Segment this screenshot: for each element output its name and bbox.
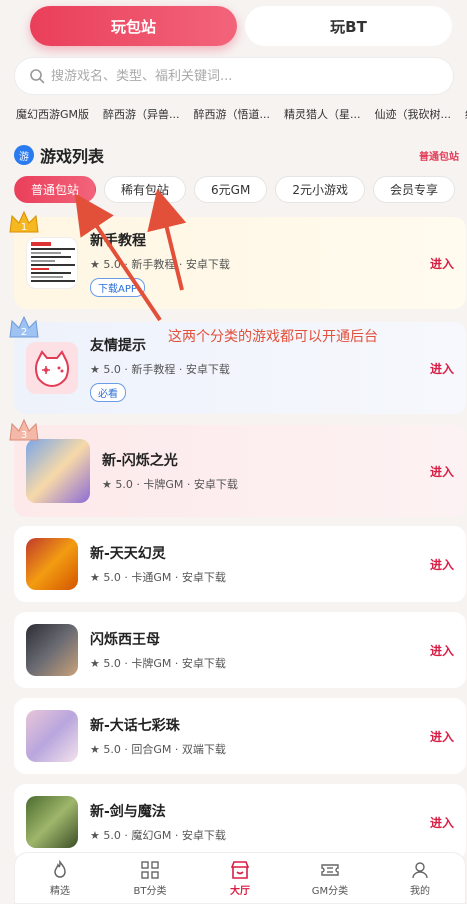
recent-game-item[interactable]: 醉西游（异兽... bbox=[103, 106, 180, 128]
rank-3-crown-icon: 3 bbox=[6, 414, 42, 450]
game-icon-tiantian-huanling bbox=[26, 538, 78, 590]
game-info: 新-剑与魔法 ★ 5.0 · 魔幻GM · 安卓下载 bbox=[90, 801, 466, 843]
game-meta: ★ 5.0 · 卡牌GM · 安卓下载 bbox=[102, 478, 238, 491]
recent-game-item[interactable]: 魔幻西游GM版 bbox=[16, 106, 89, 128]
game-info: 闪烁西王母 ★ 5.0 · 卡牌GM · 安卓下载 bbox=[90, 629, 466, 671]
enter-button[interactable]: 进入 bbox=[430, 463, 454, 480]
game-name: 新-天天幻灵 bbox=[90, 546, 166, 562]
game-meta: ★ 5.0 · 新手教程 · 安卓下载 bbox=[90, 257, 230, 271]
game-info: 新-大话七彩珠 ★ 5.0 · 回合GM · 双端下载 bbox=[90, 715, 466, 757]
game-card[interactable]: 新-闪烁之光 ★ 5.0 · 卡牌GM · 安卓下载 进入 bbox=[14, 425, 466, 517]
ticket-icon bbox=[321, 863, 339, 876]
search-bar[interactable] bbox=[14, 57, 454, 95]
nav-label: 大厅 bbox=[230, 885, 250, 897]
nav-gm-category[interactable]: GM分类 bbox=[285, 853, 375, 903]
bottom-nav: 精选 BT分类 大厅 GM分类 我的 bbox=[14, 852, 466, 904]
game-meta: ★ 5.0 · 卡通GM · 安卓下载 bbox=[90, 571, 226, 584]
enter-button[interactable]: 进入 bbox=[430, 642, 454, 659]
filter-6-yuan-gm[interactable]: 6元GM bbox=[194, 176, 268, 203]
game-meta: ★ 5.0 · 回合GM · 双端下载 bbox=[90, 743, 226, 756]
game-list-icon: 游 bbox=[14, 145, 34, 165]
game-list-header: 游 游戏列表 普通包站 bbox=[14, 142, 459, 168]
game-name: 新手教程 bbox=[90, 232, 146, 249]
nav-lobby[interactable]: 大厅 bbox=[195, 853, 285, 903]
nav-label: GM分类 bbox=[311, 885, 349, 897]
rank-2-crown-icon: 2 bbox=[6, 311, 42, 347]
game-card[interactable]: 新-天天幻灵 ★ 5.0 · 卡通GM · 安卓下载 进入 bbox=[14, 526, 466, 602]
nav-label: 我的 bbox=[410, 885, 430, 897]
nav-bt-category[interactable]: BT分类 bbox=[105, 853, 195, 903]
search-input[interactable] bbox=[51, 68, 431, 84]
game-name: 新-闪烁之光 bbox=[102, 453, 178, 469]
game-name: 新-剑与魔法 bbox=[90, 804, 166, 820]
section-title: 游戏列表 bbox=[40, 147, 105, 166]
game-icon-sword-magic bbox=[26, 796, 78, 848]
game-card[interactable]: 新-剑与魔法 ★ 5.0 · 魔幻GM · 安卓下载 进入 bbox=[14, 784, 466, 860]
enter-button[interactable]: 进入 bbox=[430, 728, 454, 745]
game-info: 新-天天幻灵 ★ 5.0 · 卡通GM · 安卓下载 bbox=[90, 543, 466, 585]
game-icon-dahua-caizhu bbox=[26, 710, 78, 762]
enter-button[interactable]: 进入 bbox=[430, 556, 454, 573]
search-icon bbox=[30, 69, 45, 84]
game-name: 新-大话七彩珠 bbox=[90, 718, 180, 734]
section-category-label[interactable]: 普通包站 bbox=[419, 148, 459, 163]
annotation-text: 这两个分类的游戏都可以开通后台 bbox=[168, 329, 378, 345]
recent-games-strip: 魔幻西游GM版 醉西游（异兽... 醉西游（悟道... 精灵猎人（星... 仙迹… bbox=[0, 106, 467, 128]
enter-button[interactable]: 进入 bbox=[430, 255, 454, 272]
user-icon bbox=[412, 861, 428, 878]
nav-label: 精选 bbox=[50, 885, 70, 897]
rank-1-crown-icon: 1 bbox=[6, 206, 42, 242]
filter-chips: 普通包站 稀有包站 6元GM 2元小游戏 会员专享 bbox=[14, 176, 467, 204]
top-tabs: 玩包站 玩BT bbox=[30, 6, 452, 46]
rank-number: 3 bbox=[21, 430, 27, 441]
recent-game-item[interactable]: 醉西游（悟道... bbox=[194, 106, 271, 128]
recent-game-item[interactable]: 精灵猎人（星... bbox=[284, 106, 361, 128]
game-card[interactable]: 新-大话七彩珠 ★ 5.0 · 回合GM · 双端下载 进入 bbox=[14, 698, 466, 774]
nav-featured[interactable]: 精选 bbox=[15, 853, 105, 903]
filter-normal-station[interactable]: 普通包站 bbox=[14, 176, 97, 203]
game-icon-xiwangmu bbox=[26, 624, 78, 676]
game-meta: ★ 5.0 · 卡牌GM · 安卓下载 bbox=[90, 657, 226, 670]
game-icon-tutorial bbox=[26, 237, 78, 289]
grid-icon bbox=[141, 860, 159, 879]
enter-button[interactable]: 进入 bbox=[430, 814, 454, 831]
game-meta: ★ 5.0 · 魔幻GM · 安卓下载 bbox=[90, 829, 226, 842]
recent-game-item[interactable]: 仙迹（我砍树... bbox=[375, 106, 452, 128]
game-tag-must-read[interactable]: 必看 bbox=[90, 382, 126, 402]
flame-icon bbox=[54, 859, 66, 878]
game-card[interactable]: 闪烁西王母 ★ 5.0 · 卡牌GM · 安卓下载 进入 bbox=[14, 612, 466, 688]
filter-member-exclusive[interactable]: 会员专享 bbox=[372, 176, 455, 203]
nav-label: BT分类 bbox=[133, 885, 167, 897]
tab-play-bt[interactable]: 玩BT bbox=[245, 6, 452, 46]
enter-button[interactable]: 进入 bbox=[430, 360, 454, 377]
game-meta: ★ 5.0 · 新手教程 · 安卓下载 bbox=[90, 362, 230, 376]
game-card[interactable]: 新手教程 ★ 5.0 · 新手教程 · 安卓下载 下载APP 进入 bbox=[14, 217, 466, 309]
game-info: 新-闪烁之光 ★ 5.0 · 卡牌GM · 安卓下载 bbox=[102, 450, 466, 492]
game-tag-download-app[interactable]: 下载APP bbox=[90, 277, 145, 297]
filter-2-yuan-mini-game[interactable]: 2元小游戏 bbox=[275, 176, 365, 203]
game-info: 新手教程 ★ 5.0 · 新手教程 · 安卓下载 下载APP bbox=[90, 230, 466, 297]
game-icon-friendly-reminder bbox=[26, 342, 78, 394]
tab-play-package-station[interactable]: 玩包站 bbox=[30, 6, 237, 46]
rank-number: 2 bbox=[21, 327, 27, 338]
game-name: 闪烁西王母 bbox=[90, 632, 160, 648]
rank-number: 1 bbox=[21, 222, 27, 233]
nav-profile[interactable]: 我的 bbox=[375, 853, 465, 903]
store-icon bbox=[230, 860, 250, 879]
filter-rare-station[interactable]: 稀有包站 bbox=[104, 176, 187, 203]
